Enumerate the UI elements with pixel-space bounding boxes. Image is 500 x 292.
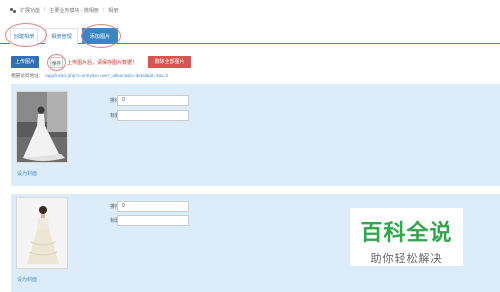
breadcrumb-separator: / bbox=[44, 7, 46, 13]
album-url-row: 相册访问地址：/app/index.php?i=entry&m=we7_albu… bbox=[11, 73, 168, 79]
delete-all-photos-button[interactable]: 删除全部图片 bbox=[148, 56, 191, 68]
title-input[interactable] bbox=[117, 110, 189, 121]
breadcrumb-separator: / bbox=[102, 7, 105, 13]
watermark-subtitle: 助你轻松解决 bbox=[370, 252, 443, 265]
wedding-dress-photo bbox=[16, 91, 68, 163]
photo-card: 排序 0 标题 设为封面 bbox=[11, 84, 500, 186]
set-cover-link[interactable]: 设为封面 bbox=[17, 276, 37, 283]
set-cover-link[interactable]: 设为封面 bbox=[17, 170, 37, 177]
breadcrumb-item-extensions[interactable]: 扩展功能 bbox=[20, 7, 40, 14]
save-button[interactable]: 保存 bbox=[50, 57, 63, 68]
watermark-title: 百科全说 bbox=[360, 221, 453, 246]
tab-album-manage[interactable]: 相册管理 bbox=[45, 28, 78, 44]
breadcrumb: 扩展功能 / 主要业务模块 - 微相册 / 相册 bbox=[10, 6, 118, 14]
tab-bar: 创建相册 相册管理 添加图片 bbox=[0, 26, 500, 44]
wedding-dress-photo bbox=[16, 197, 68, 269]
sort-input[interactable]: 0 bbox=[117, 95, 189, 106]
tab-add-photo[interactable]: 添加图片 bbox=[82, 28, 118, 44]
breadcrumb-item-module[interactable]: 主要业务模块 - 微相册 bbox=[49, 7, 98, 14]
watermark-logo: 百科全说 助你轻松解决 bbox=[350, 208, 463, 266]
breadcrumb-item-current: 相册 bbox=[108, 7, 119, 14]
tab-create-album[interactable]: 创建相册 bbox=[10, 28, 38, 44]
title-input[interactable] bbox=[117, 215, 189, 226]
save-hint-text: 上传图片后，请保存图片数据！ bbox=[67, 60, 138, 66]
upload-photo-button[interactable]: 上传图片 bbox=[11, 56, 39, 68]
album-url-label: 相册访问地址： bbox=[11, 73, 44, 78]
puzzle-icon bbox=[10, 7, 16, 13]
sort-input[interactable]: 0 bbox=[117, 201, 189, 212]
album-url-link[interactable]: /app/index.php?i=entry&m=we7_album&do=de… bbox=[45, 73, 168, 78]
